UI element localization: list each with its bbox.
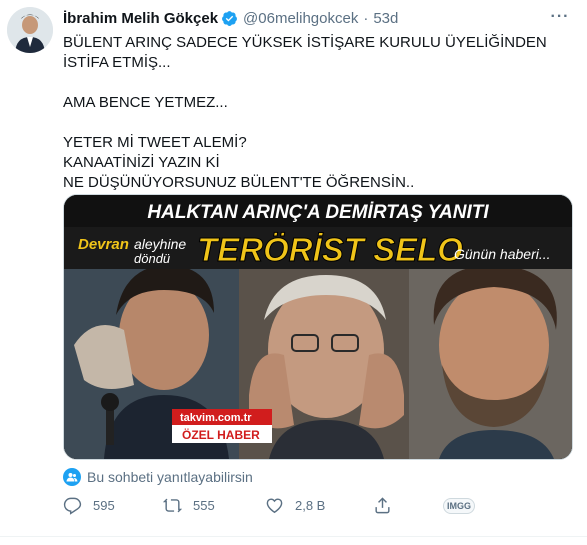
tweet-timestamp[interactable]: 53d: [373, 10, 398, 27]
media-headline: HALKTAN ARINÇ'A DEMİRTAŞ YANITI: [147, 202, 489, 223]
like-count: 2,8 B: [295, 498, 326, 513]
people-icon: [63, 468, 81, 486]
media-right-text: Günün haberi...: [454, 246, 551, 262]
header-separator: ·: [363, 10, 369, 27]
media-badge: ÖZEL HABER: [182, 427, 260, 442]
media-left-mid: aleyhine: [134, 236, 186, 252]
retweet-count: 555: [193, 498, 215, 513]
tweet-header: İbrahim Melih Gökçek @06melihgokcek · 53…: [63, 10, 398, 27]
tweet-line-gap: [63, 113, 563, 133]
tweet-line: NE DÜŞÜNÜYORSUNUZ BÜLENT'TE ÖĞRENSİN..: [63, 174, 415, 191]
reply-note-text: Bu sohbeti yanıtlayabilirsin: [87, 469, 253, 485]
media-left-bottom: döndü: [134, 251, 170, 266]
more-options-button[interactable]: ···: [548, 8, 572, 28]
heart-icon: [266, 498, 283, 514]
media-left-top: Devran: [78, 236, 129, 253]
avatar[interactable]: [7, 7, 53, 53]
reply-restriction-note: Bu sohbeti yanıtlayabilirsin: [63, 467, 253, 487]
tweet-line: BÜLENT ARINÇ SADECE YÜKSEK İSTİŞARE KURU…: [63, 34, 547, 71]
verified-badge-icon: [222, 11, 237, 26]
tweet: İbrahim Melih Gökçek @06melihgokcek · 53…: [0, 0, 587, 545]
author-handle[interactable]: @06melihgokcek: [243, 10, 358, 27]
like-button[interactable]: 2,8 B: [265, 496, 325, 515]
action-bar: 595 555 2,8 B IMGG: [58, 496, 578, 520]
share-icon: [375, 497, 390, 514]
media-center-title: TERÖRİST SELO: [197, 231, 463, 268]
tweet-media-image[interactable]: HALKTAN ARINÇ'A DEMİRTAŞ YANITI Devran a…: [63, 194, 573, 460]
reply-button[interactable]: 595: [63, 496, 115, 515]
share-button[interactable]: [373, 496, 403, 515]
author-name[interactable]: İbrahim Melih Gökçek: [63, 10, 218, 27]
media-logo: takvim.com.tr: [180, 412, 252, 424]
tweet-line: AMA BENCE YETMEZ...: [63, 94, 228, 111]
reply-icon: [63, 497, 82, 515]
imgg-extension-button[interactable]: IMGG: [443, 498, 475, 514]
retweet-icon: [163, 498, 182, 513]
tweet-line: YETER Mİ TWEET ALEMİ?: [63, 134, 247, 151]
tweet-line-gap: [63, 73, 563, 93]
tweet-line: KANAATİNİZİ YAZIN Kİ: [63, 154, 220, 171]
retweet-button[interactable]: 555: [163, 496, 215, 515]
tweet-text: BÜLENT ARINÇ SADECE YÜKSEK İSTİŞARE KURU…: [63, 33, 563, 193]
divider: [0, 536, 587, 537]
reply-count: 595: [93, 498, 115, 513]
